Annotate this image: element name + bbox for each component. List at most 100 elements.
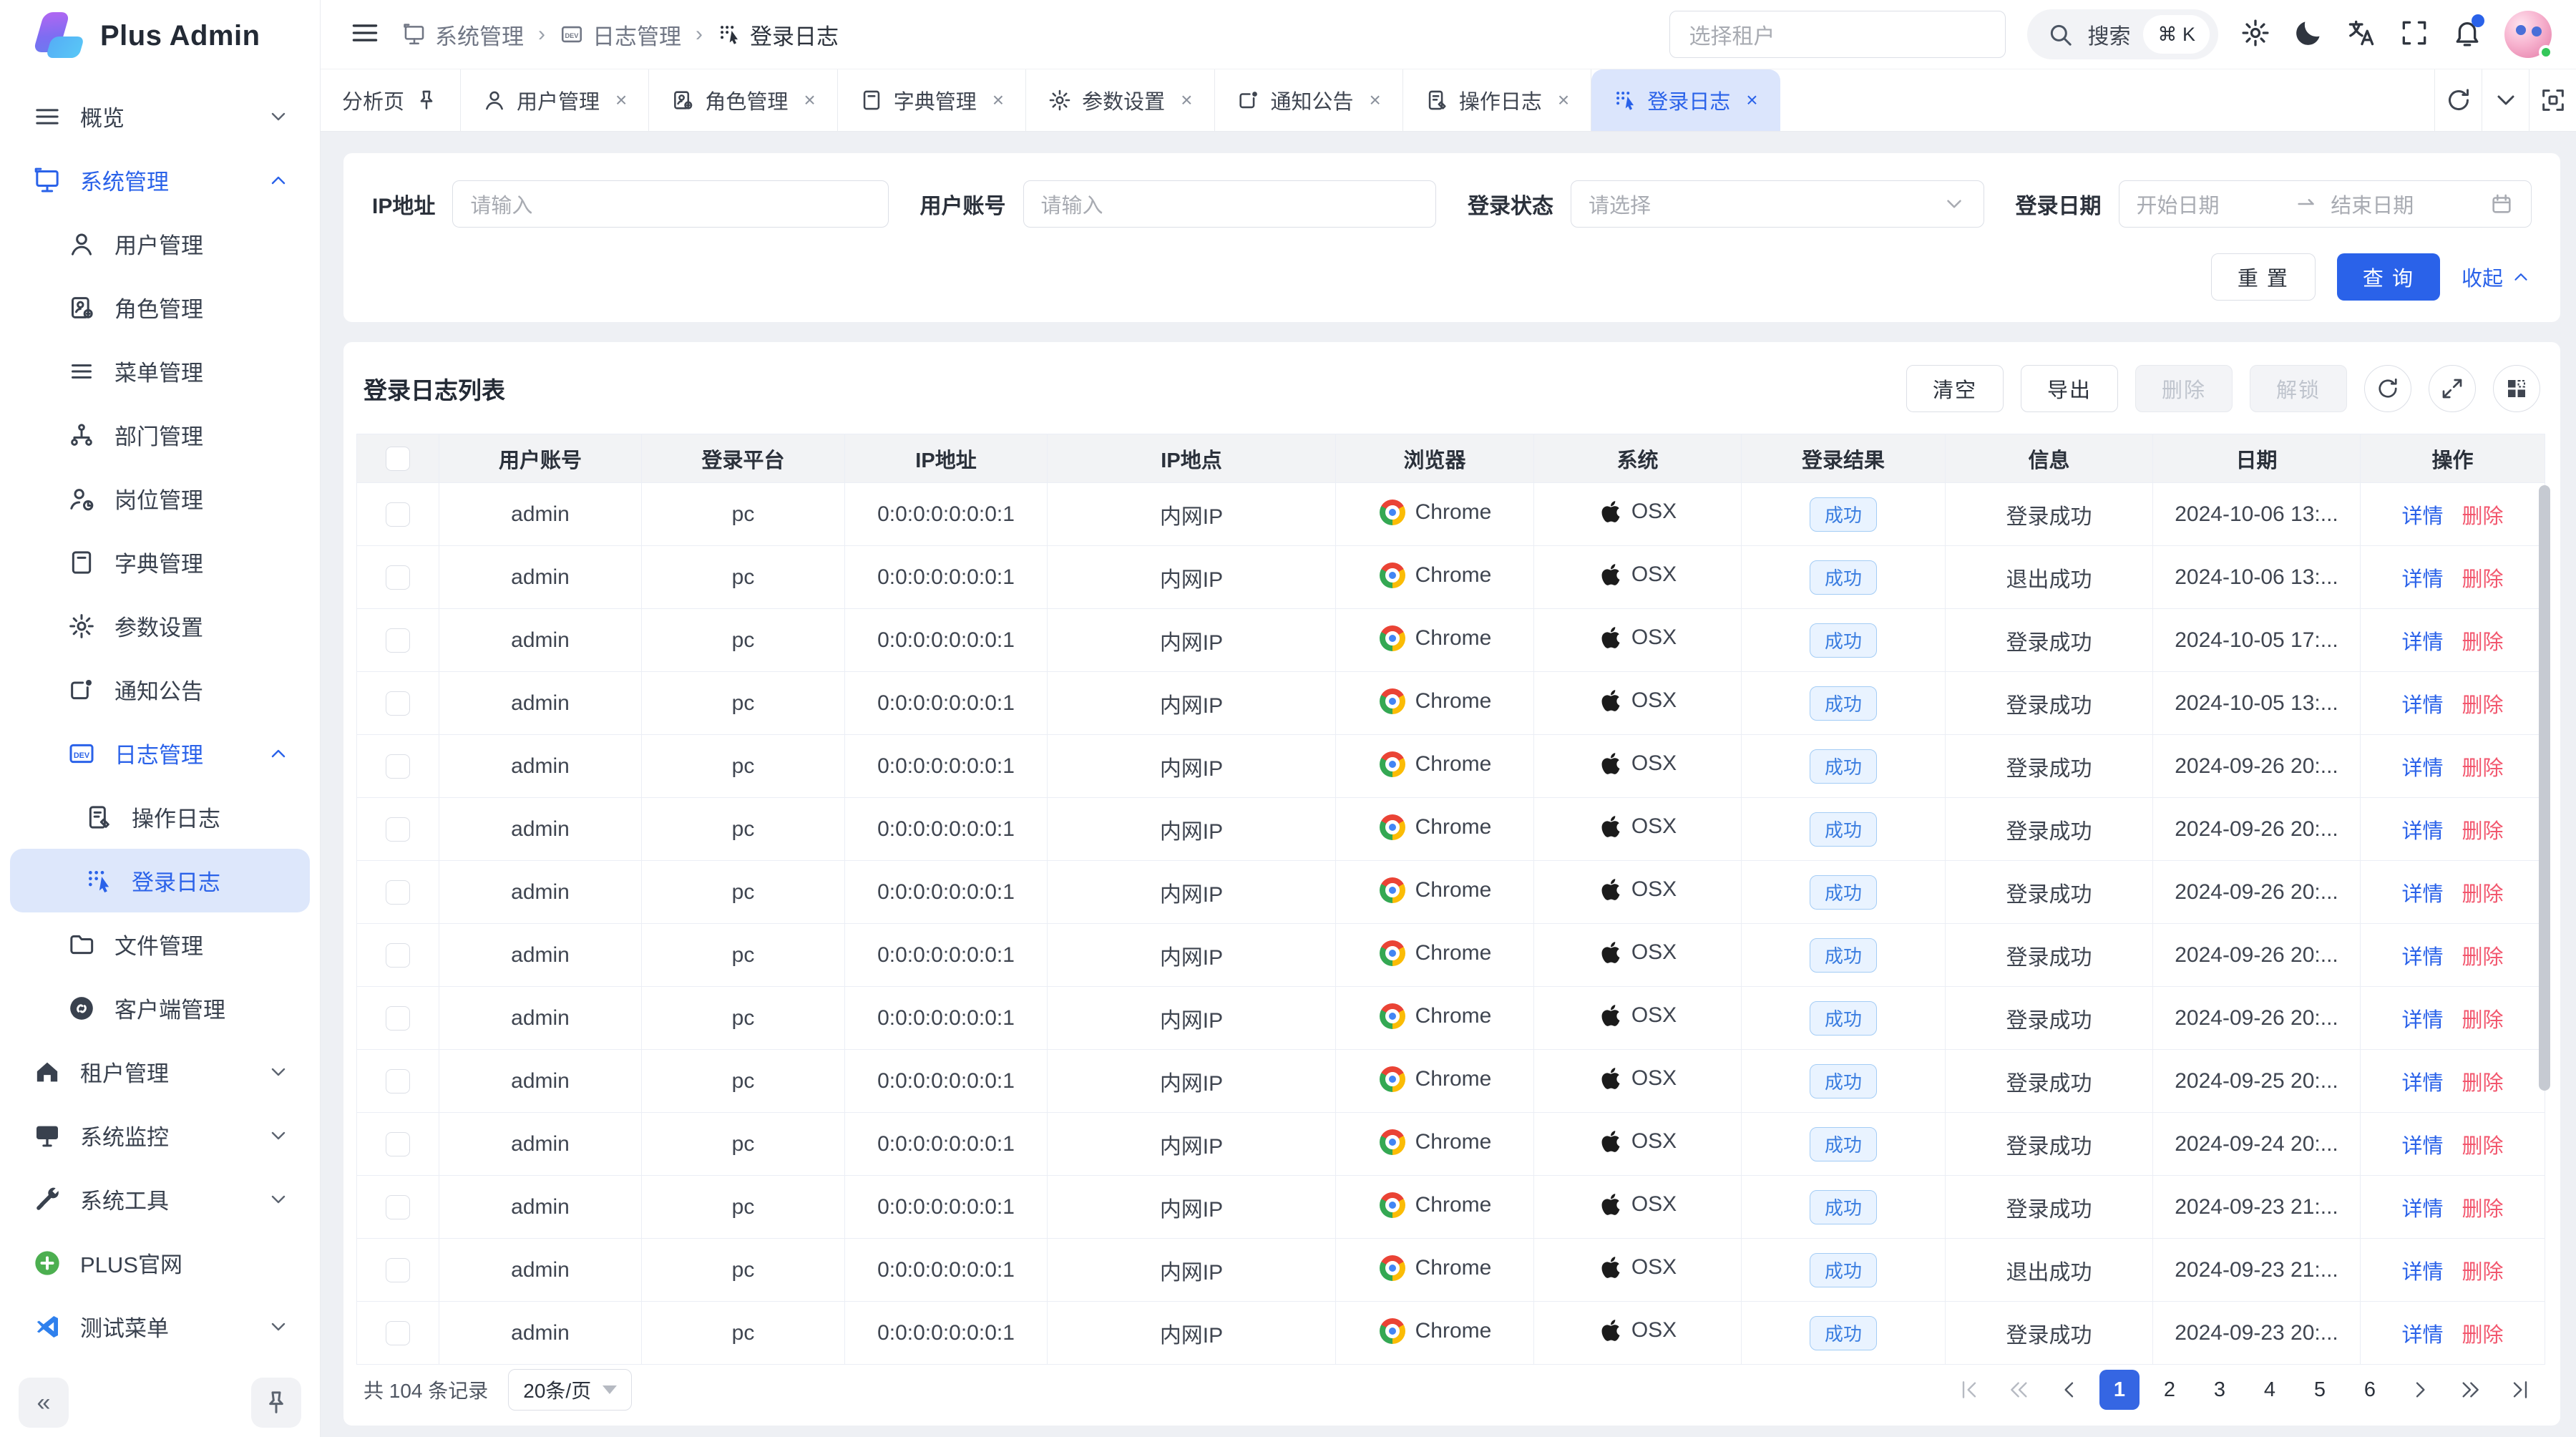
delete-link[interactable]: 删除 (2462, 631, 2504, 654)
tab-close-icon[interactable]: × (1558, 89, 1569, 112)
page-button-1[interactable]: 1 (2099, 1370, 2140, 1410)
table-scrollbar[interactable] (2539, 485, 2550, 1091)
tab-字典管理[interactable]: 字典管理× (838, 69, 1026, 131)
collapse-filters-link[interactable]: 收起 (2462, 262, 2532, 292)
sidebar-collapse-button[interactable]: « (19, 1378, 69, 1428)
breadcrumb-item-登录日志[interactable]: 登录日志 (717, 19, 839, 51)
detail-link[interactable]: 详情 (2401, 820, 2443, 843)
row-checkbox[interactable] (386, 691, 410, 716)
delete-link[interactable]: 删除 (2462, 946, 2504, 969)
sidebar-item-系统管理[interactable]: 系统管理 (10, 148, 310, 212)
pager-prev-button[interactable] (2049, 1370, 2089, 1410)
settings-gear-button[interactable] (2240, 17, 2271, 52)
page-size-select[interactable]: 20条/页 (508, 1369, 632, 1411)
row-checkbox[interactable] (386, 1006, 410, 1031)
tab-操作日志[interactable]: 操作日志× (1403, 69, 1591, 131)
filter-input-用户账号[interactable]: 请输入 (1023, 180, 1437, 228)
detail-link[interactable]: 详情 (2401, 631, 2443, 654)
sidebar-item-系统工具[interactable]: 系统工具 (10, 1167, 310, 1231)
row-checkbox[interactable] (386, 502, 410, 527)
tab-分析页[interactable]: 分析页 (321, 69, 461, 131)
grid-button[interactable] (2493, 365, 2540, 412)
sidebar-item-岗位管理[interactable]: 岗位管理 (10, 467, 310, 530)
pager-prev10-button[interactable] (1999, 1370, 2039, 1410)
tab-参数设置[interactable]: 参数设置× (1026, 69, 1214, 131)
tab-close-icon[interactable]: × (1370, 89, 1381, 112)
detail-link[interactable]: 详情 (2401, 1261, 2443, 1284)
detail-link[interactable]: 详情 (2401, 694, 2443, 717)
tab-用户管理[interactable]: 用户管理× (461, 69, 649, 131)
sidebar-item-角色管理[interactable]: 角色管理 (10, 276, 310, 339)
tabs-maximize-button[interactable] (2529, 69, 2576, 131)
sidebar-item-通知公告[interactable]: 通知公告 (10, 658, 310, 721)
detail-link[interactable]: 详情 (2401, 1072, 2443, 1095)
page-button-2[interactable]: 2 (2150, 1370, 2190, 1410)
sidebar-item-PLUS官网[interactable]: PLUS官网 (10, 1231, 310, 1295)
filter-input-IP地址[interactable]: 请输入 (452, 180, 888, 228)
reset-button[interactable]: 重 置 (2211, 253, 2316, 301)
delete-link[interactable]: 删除 (2462, 1198, 2504, 1221)
page-button-4[interactable]: 4 (2250, 1370, 2290, 1410)
pager-next-button[interactable] (2400, 1370, 2440, 1410)
expand-button[interactable] (2429, 365, 2476, 412)
row-checkbox[interactable] (386, 565, 410, 590)
tabs-more-dropdown-button[interactable] (2482, 69, 2529, 131)
detail-link[interactable]: 详情 (2401, 1009, 2443, 1032)
sidebar-item-概览[interactable]: 概览 (10, 84, 310, 148)
detail-link[interactable]: 详情 (2401, 568, 2443, 591)
tab-close-icon[interactable]: × (615, 89, 627, 112)
delete-link[interactable]: 删除 (2462, 1324, 2504, 1347)
sidebar-item-系统监控[interactable]: 系统监控 (10, 1104, 310, 1167)
pager-next10-button[interactable] (2450, 1370, 2490, 1410)
delete-link[interactable]: 删除 (2462, 883, 2504, 906)
sidebar-item-参数设置[interactable]: 参数设置 (10, 594, 310, 658)
sidebar-item-字典管理[interactable]: 字典管理 (10, 530, 310, 594)
清空-button[interactable]: 清空 (1906, 365, 2004, 412)
sidebar-item-文件管理[interactable]: 文件管理 (10, 912, 310, 976)
sidebar-item-部门管理[interactable]: 部门管理 (10, 403, 310, 467)
tab-close-icon[interactable]: × (804, 89, 815, 112)
delete-link[interactable]: 删除 (2462, 757, 2504, 780)
delete-link[interactable]: 删除 (2462, 568, 2504, 591)
sidebar-item-日志管理[interactable]: DEV日志管理 (10, 721, 310, 785)
sidebar-item-登录日志[interactable]: 登录日志 (10, 849, 310, 912)
row-checkbox[interactable] (386, 1258, 410, 1282)
detail-link[interactable]: 详情 (2401, 1135, 2443, 1158)
pager-first-button[interactable] (1949, 1370, 1989, 1410)
row-checkbox[interactable] (386, 1195, 410, 1219)
filter-select-登录状态[interactable]: 请选择 (1571, 180, 1984, 228)
notifications-bell-button[interactable] (2451, 17, 2483, 52)
row-checkbox[interactable] (386, 1321, 410, 1345)
row-checkbox[interactable] (386, 880, 410, 905)
detail-link[interactable]: 详情 (2401, 505, 2443, 528)
detail-link[interactable]: 详情 (2401, 757, 2443, 780)
delete-link[interactable]: 删除 (2462, 1072, 2504, 1095)
menu-toggle-button[interactable] (349, 17, 381, 52)
select-all-checkbox[interactable] (386, 447, 410, 471)
sidebar-item-客户端管理[interactable]: 客户端管理 (10, 976, 310, 1040)
sidebar-item-测试菜单[interactable]: 测试菜单 (10, 1295, 310, 1358)
row-checkbox[interactable] (386, 817, 410, 842)
page-button-6[interactable]: 6 (2350, 1370, 2390, 1410)
breadcrumb-item-日志管理[interactable]: DEV日志管理 (560, 19, 681, 51)
delete-link[interactable]: 删除 (2462, 505, 2504, 528)
delete-link[interactable]: 删除 (2462, 1135, 2504, 1158)
detail-link[interactable]: 详情 (2401, 1198, 2443, 1221)
delete-link[interactable]: 删除 (2462, 820, 2504, 843)
tab-close-icon[interactable]: × (1181, 89, 1192, 112)
tab-登录日志[interactable]: 登录日志× (1591, 69, 1780, 131)
导出-button[interactable]: 导出 (2021, 365, 2118, 412)
row-checkbox[interactable] (386, 943, 410, 968)
detail-link[interactable]: 详情 (2401, 883, 2443, 906)
tenant-select-input[interactable]: 选择租户 (1669, 11, 2006, 58)
detail-link[interactable]: 详情 (2401, 1324, 2443, 1347)
row-checkbox[interactable] (386, 628, 410, 653)
translate-button[interactable] (2346, 17, 2377, 52)
sidebar-item-租户管理[interactable]: 租户管理 (10, 1040, 310, 1104)
sidebar-item-菜单管理[interactable]: 菜单管理 (10, 339, 310, 403)
row-checkbox[interactable] (386, 1069, 410, 1093)
tab-角色管理[interactable]: 角色管理× (649, 69, 837, 131)
detail-link[interactable]: 详情 (2401, 946, 2443, 969)
sidebar-item-操作日志[interactable]: 操作日志 (10, 785, 310, 849)
tabs-refresh-button[interactable] (2434, 69, 2482, 131)
